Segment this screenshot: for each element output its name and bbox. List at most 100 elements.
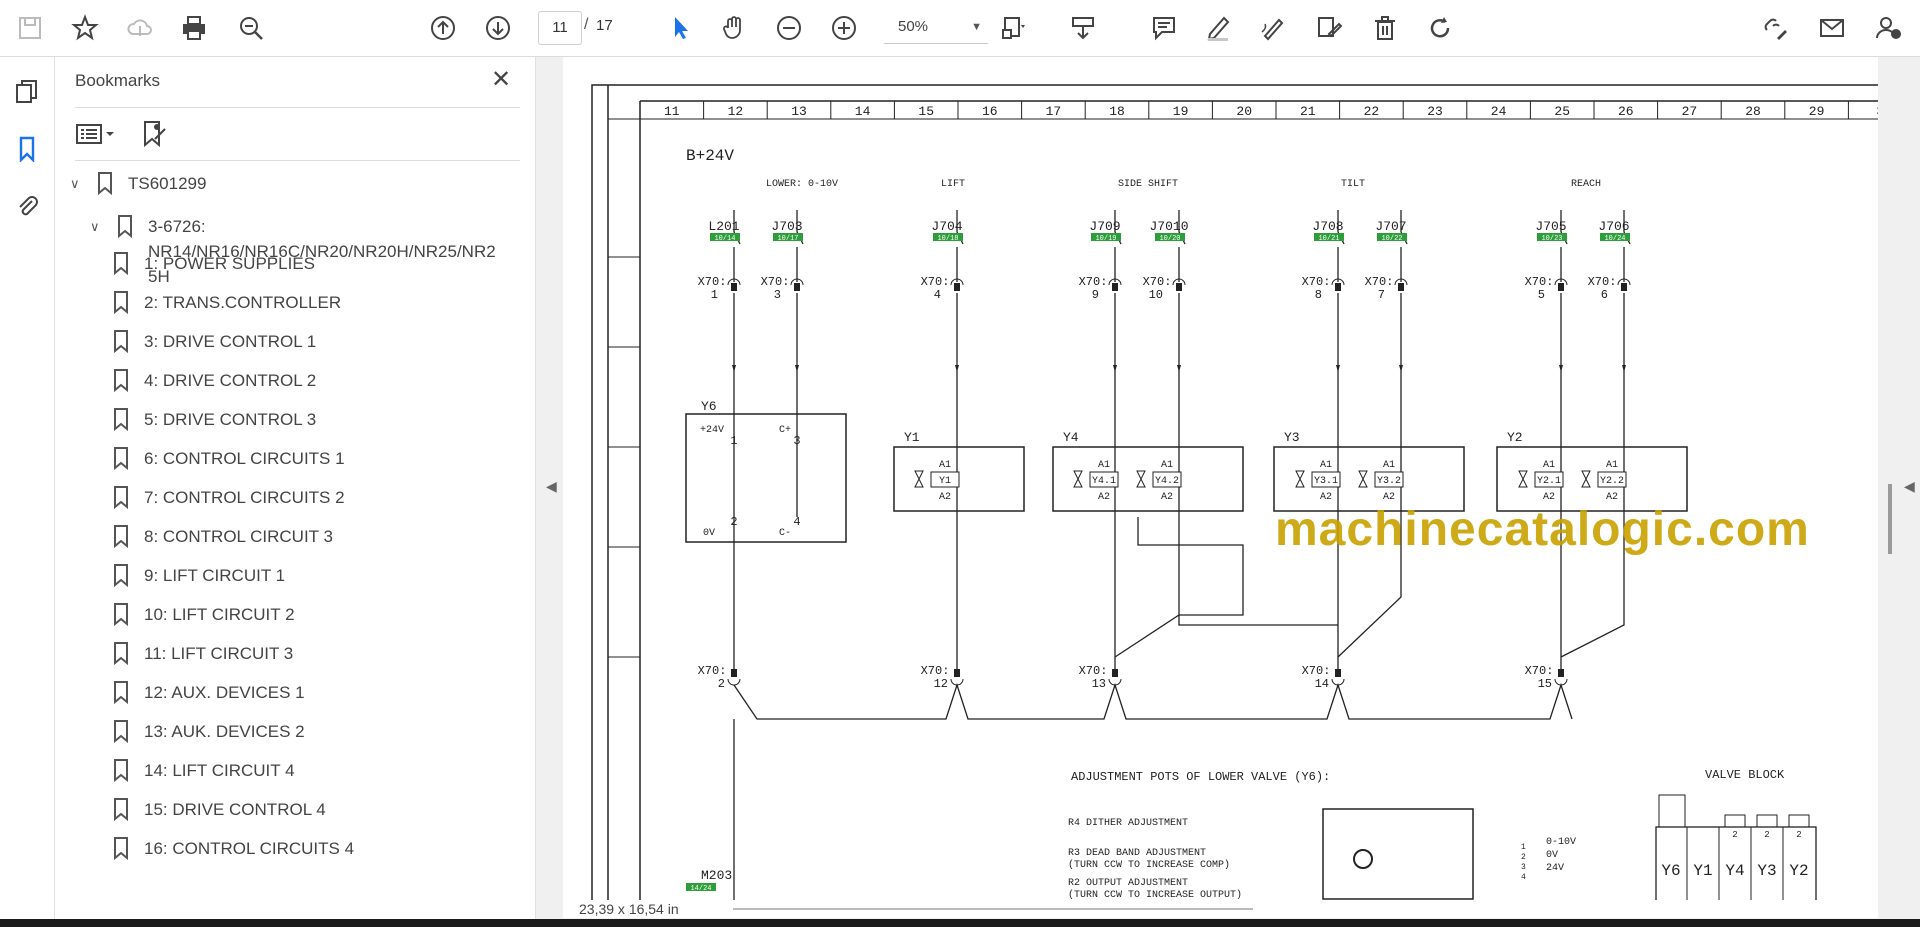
zoom-out-icon[interactable] xyxy=(771,10,807,46)
connector-pin-mark xyxy=(954,669,960,677)
column-number: 13 xyxy=(791,104,807,119)
save-icon[interactable] xyxy=(12,10,48,46)
connector-pin-mark xyxy=(954,283,960,291)
bookmark-icon xyxy=(98,172,112,195)
switch-label: J704 xyxy=(931,219,962,234)
bookmark-item[interactable]: 16: CONTROL CIRCUITS 4 xyxy=(110,836,354,861)
adjust-signal: 0V xyxy=(1546,850,1558,861)
valve-block-num: 2 xyxy=(1764,830,1769,840)
next-page-icon[interactable] xyxy=(480,10,516,46)
terminal-label: +24V xyxy=(700,425,724,436)
bookmark-label: 1: POWER SUPPLIES xyxy=(144,254,315,273)
column-number: 20 xyxy=(1236,104,1252,119)
bookmark-item[interactable]: 7: CONTROL CIRCUITS 2 xyxy=(110,485,345,510)
previous-page-icon[interactable] xyxy=(425,10,461,46)
bookmark-icon xyxy=(114,330,128,353)
bookmark-icon xyxy=(114,447,128,470)
document-scrollbar[interactable] xyxy=(1888,484,1892,554)
switch-label: J7010 xyxy=(1149,219,1188,234)
zoom-in-icon[interactable] xyxy=(826,10,862,46)
valve-symbol xyxy=(1518,470,1528,488)
left-rail xyxy=(0,57,55,919)
connector-pin: 12 xyxy=(934,677,948,691)
bookmark-item[interactable]: 11: LIFT CIRCUIT 3 xyxy=(110,641,293,666)
bookmark-label: 3: DRIVE CONTROL 1 xyxy=(144,332,317,351)
zoom-select[interactable]: 50% ▼ xyxy=(884,11,988,44)
attachment-icon[interactable] xyxy=(12,191,42,221)
bookmark-item[interactable]: 6: CONTROL CIRCUITS 1 xyxy=(110,446,345,471)
share-user-icon[interactable] xyxy=(1870,10,1906,46)
hand-tool-icon[interactable] xyxy=(716,10,752,46)
column-number: 27 xyxy=(1682,104,1698,119)
valve-box xyxy=(1052,446,1244,512)
group-label: TILT xyxy=(1341,179,1365,190)
valve-label: Y1 xyxy=(904,430,920,445)
bookmark-label: 11: LIFT CIRCUIT 3 xyxy=(144,644,294,663)
bookmark-item[interactable]: 13: AUK. DEVICES 2 xyxy=(110,719,305,744)
delete-icon[interactable] xyxy=(1367,10,1403,46)
bookmark-item[interactable]: 3: DRIVE CONTROL 1 xyxy=(110,329,316,354)
column-number: 28 xyxy=(1745,104,1761,119)
close-icon[interactable]: ✕ xyxy=(491,65,511,94)
bookmark-item[interactable]: 8: CONTROL CIRCUIT 3 xyxy=(110,524,333,549)
new-bookmark-icon[interactable] xyxy=(139,119,169,154)
zoom-search-icon[interactable] xyxy=(233,10,269,46)
bookmark-item[interactable]: ∨ TS601299 xyxy=(70,171,206,196)
bookmark-label: 16: CONTROL CIRCUITS 4 xyxy=(144,839,355,858)
chevron-down-icon[interactable]: ∨ xyxy=(90,214,108,239)
rotate-icon[interactable] xyxy=(1422,10,1458,46)
panel-title: Bookmarks xyxy=(75,71,161,90)
cloud-upload-icon[interactable] xyxy=(122,10,158,46)
highlight-pen-icon[interactable] xyxy=(1200,10,1236,46)
adjust-item: (TURN CCW TO INCREASE COMP) xyxy=(1068,859,1230,871)
chevron-down-icon[interactable]: ∨ xyxy=(70,171,88,196)
coil-terminal: A2 xyxy=(1161,492,1173,503)
link-edit-icon[interactable] xyxy=(1757,10,1793,46)
connector-label: X70: xyxy=(698,664,727,678)
flow-arrow xyxy=(795,365,799,372)
connector-label: X70: xyxy=(1525,664,1554,678)
flow-arrow xyxy=(732,365,736,372)
bookmark-icon[interactable] xyxy=(12,134,42,164)
email-icon[interactable] xyxy=(1814,10,1850,46)
column-number: 19 xyxy=(1173,104,1189,119)
valve-block-cap xyxy=(1788,814,1810,828)
bookmark-item[interactable]: 15: DRIVE CONTROL 4 xyxy=(110,797,326,822)
scroll-mode-icon[interactable] xyxy=(1065,10,1101,46)
bookmark-options-button[interactable] xyxy=(75,119,121,154)
connector-pin-mark xyxy=(1621,283,1627,291)
connector-label: X70: xyxy=(1079,664,1108,678)
bookmark-item[interactable]: 12: AUX. DEVICES 1 xyxy=(110,680,305,705)
bookmark-icon xyxy=(114,759,128,782)
connector-label: X70: xyxy=(1079,275,1108,289)
bookmark-item[interactable]: 4: DRIVE CONTROL 2 xyxy=(110,368,316,393)
select-cursor-icon[interactable] xyxy=(662,10,698,46)
valve-block-coil xyxy=(1658,794,1686,828)
adjust-pin: 1 xyxy=(1521,843,1526,852)
bookmark-item[interactable]: 9: LIFT CIRCUIT 1 xyxy=(110,563,285,588)
expand-right-panel-icon[interactable]: ◀ xyxy=(1904,478,1915,495)
connector-label: X70: xyxy=(1525,275,1554,289)
page-fit-icon[interactable] xyxy=(996,10,1032,46)
bookmark-item[interactable]: 14: LIFT CIRCUIT 4 xyxy=(110,758,295,783)
bookmark-item[interactable]: 10: LIFT CIRCUIT 2 xyxy=(110,602,295,627)
flow-arrow xyxy=(1559,365,1563,372)
pages-icon[interactable] xyxy=(12,77,42,107)
bookmark-item[interactable]: 5: DRIVE CONTROL 3 xyxy=(110,407,316,432)
horizontal-scrollbar[interactable] xyxy=(733,908,1253,910)
stamp-icon[interactable] xyxy=(1311,10,1347,46)
star-icon[interactable] xyxy=(67,10,103,46)
bookmark-item[interactable]: 1: POWER SUPPLIES xyxy=(110,251,315,276)
comment-icon[interactable] xyxy=(1146,10,1182,46)
valve-symbol xyxy=(914,470,924,488)
collapse-panel-icon[interactable]: ◀ xyxy=(546,478,557,495)
bookmark-item[interactable]: 2: TRANS.CONTROLLER xyxy=(110,290,341,315)
bookmark-icon xyxy=(114,603,128,626)
print-icon[interactable] xyxy=(176,10,212,46)
coil-label: Y2.2 xyxy=(1600,476,1624,487)
column-number: 21 xyxy=(1300,104,1316,119)
terminal-label: 2 xyxy=(730,515,737,529)
connector-label: X70: xyxy=(698,275,727,289)
page-number-input[interactable]: 11 xyxy=(538,11,582,45)
draw-icon[interactable] xyxy=(1255,10,1291,46)
